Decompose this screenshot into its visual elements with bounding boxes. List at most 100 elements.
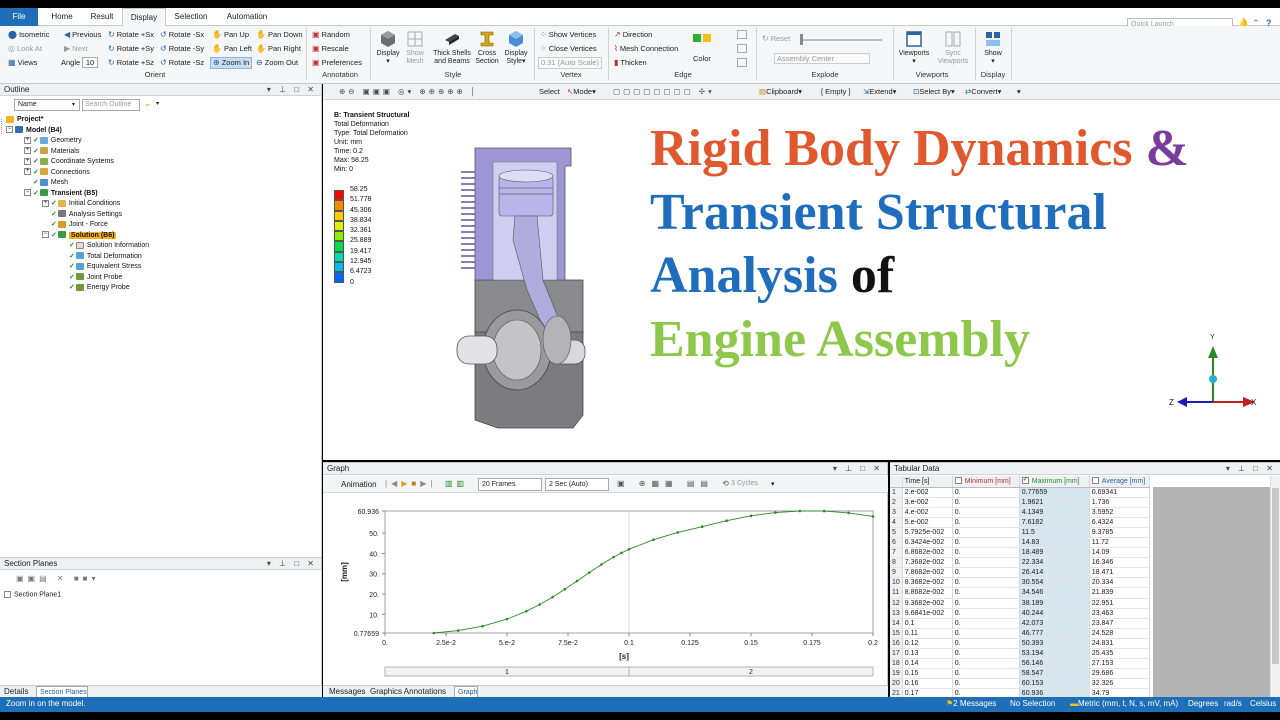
viewports-button[interactable]: Viewports ▾: [896, 30, 932, 66]
section-plane-item[interactable]: Section Plane1: [4, 591, 61, 598]
tab-display[interactable]: Display: [122, 8, 166, 27]
tree-item-energy-probe[interactable]: ✓ Energy Probe: [69, 283, 130, 294]
maximum-header[interactable]: ✓ Maximum [mm]: [1019, 476, 1090, 488]
step-forward-icon[interactable]: ▶|: [420, 479, 436, 488]
rotate-px-button[interactable]: ↻ Rotate +Sx: [108, 30, 154, 40]
assembly-center-select[interactable]: Assembly Center: [774, 53, 870, 64]
frames-select[interactable]: 20 Frames: [478, 478, 542, 491]
rotate-nx-button[interactable]: ↺ Rotate -Sx: [160, 30, 204, 40]
expand-icon[interactable]: +: [24, 157, 31, 165]
tab-automation[interactable]: Automation: [218, 8, 276, 26]
maximum-checkbox[interactable]: ✓: [1021, 477, 1029, 485]
time-header[interactable]: Time [s]: [902, 476, 953, 488]
collapse-icon[interactable]: −: [6, 126, 13, 134]
mode-button[interactable]: ↖Mode▾: [567, 87, 596, 96]
rotate-pz-button[interactable]: ↻ Rotate +Sz: [108, 58, 154, 68]
tree-item-solution-information[interactable]: ✓ Solution Information: [69, 241, 149, 252]
play-icon[interactable]: ▶: [401, 479, 411, 488]
minimum-header[interactable]: Minimum [mm]: [952, 476, 1020, 488]
tree-item-project[interactable]: Project*: [6, 115, 43, 126]
edge-color-button[interactable]: Color: [693, 54, 711, 64]
messages-indicator[interactable]: ⚑2 Messages: [946, 699, 996, 708]
clipboard-button[interactable]: ▤Clipboard▾: [759, 87, 802, 96]
edge-option-icon[interactable]: [737, 58, 747, 67]
mesh-connection-button[interactable]: ⌇ Mesh Connection: [614, 44, 678, 54]
table-scrollbar-thumb[interactable]: [1272, 488, 1279, 664]
selection-indicator[interactable]: No Selection: [1010, 699, 1055, 708]
table-scrollbar[interactable]: [1270, 476, 1280, 698]
preferences-button[interactable]: ▣ Preferences: [312, 58, 362, 68]
extend-button[interactable]: ⇲Extend▾: [863, 87, 896, 96]
table-row[interactable]: 9 7.8682e-002 0. 26.414 18.471: [890, 567, 1150, 579]
rescale-button[interactable]: ▣ Rescale: [312, 44, 349, 54]
tree-item-connections[interactable]: + ✓ Connections: [24, 168, 90, 179]
rate-unit-indicator[interactable]: rad/s: [1224, 699, 1242, 708]
explode-slider-thumb[interactable]: [800, 34, 803, 45]
pan-left-button[interactable]: ✋ Pan Left: [212, 44, 252, 54]
sync-viewports-button[interactable]: Sync Viewports: [934, 30, 972, 66]
section-plane-toolbar[interactable]: ▣▣▤ ✕ ■■▾: [16, 574, 100, 583]
tree-item-coordinate-systems[interactable]: + ✓ Coordinate Systems: [24, 157, 114, 168]
tree-item-model[interactable]: − Model (B4): [6, 126, 62, 137]
table-row[interactable]: 4 5.e-002 0. 7.6182 6.4324: [890, 517, 1150, 528]
table-row[interactable]: 15 0.11 0. 46.777 24.528: [890, 628, 1150, 639]
zoom-in-button[interactable]: ⊕ Zoom In: [210, 57, 253, 69]
tab-selection[interactable]: Selection: [168, 8, 214, 26]
panel-controls[interactable]: ▾ ⊥ □ ✕: [267, 558, 317, 570]
temperature-unit-indicator[interactable]: Celsius: [1250, 699, 1276, 708]
table-row[interactable]: 5 5.7925e-002 0. 11.5 9.3785: [890, 527, 1150, 538]
table-row[interactable]: 11 8.8682e-002 0. 34.546 21.839: [890, 587, 1150, 599]
panel-controls[interactable]: ▾ ⊥ □ ✕: [1226, 463, 1276, 475]
table-row[interactable]: 14 0.1 0. 42.073 23.847: [890, 618, 1150, 629]
thick-shells-button[interactable]: Thick Shells and Beams: [430, 30, 474, 66]
display-style-button[interactable]: Display Style▾: [502, 30, 530, 66]
table-row[interactable]: 10 8.3682e-002 0. 30.554 20.334: [890, 577, 1150, 589]
tree-item-solution[interactable]: − ✓ Solution (B6): [42, 231, 117, 242]
section-plane-checkbox[interactable]: [4, 591, 11, 598]
cycles-select[interactable]: 3 Cycles: [731, 480, 758, 487]
pan-up-button[interactable]: ✋ Pan Up: [212, 30, 249, 40]
explode-slider-track[interactable]: [800, 39, 882, 41]
reset-button[interactable]: ↻ Reset: [762, 34, 790, 44]
direction-button[interactable]: ↗ Direction: [614, 30, 652, 40]
table-row[interactable]: 7 6.8682e-002 0. 18.489 14.09: [890, 547, 1150, 559]
table-row[interactable]: 6 6.3424e-002 0. 14.83 11.72: [890, 537, 1150, 549]
show-button[interactable]: Show ▾: [978, 30, 1008, 66]
angle-input[interactable]: 10: [82, 57, 98, 68]
table-row[interactable]: 8 7.3682e-002 0. 22.334 16.346: [890, 557, 1150, 569]
tree-item-transient[interactable]: − ✓ Transient (B5): [24, 189, 98, 200]
chevron-down-icon[interactable]: ▾: [1017, 87, 1021, 96]
chevron-down-icon[interactable]: ▾: [771, 480, 775, 488]
rotate-nz-button[interactable]: ↺ Rotate -Sz: [160, 58, 204, 68]
distributed-icons[interactable]: ▥▥: [445, 479, 468, 488]
minimum-checkbox[interactable]: [954, 477, 962, 485]
name-filter-select[interactable]: Name: [14, 99, 80, 111]
next-button[interactable]: ▶ Next: [64, 44, 88, 54]
table-row[interactable]: 1 2.e-002 0. 0.77659 0.69341: [890, 487, 1150, 498]
table-row[interactable]: 16 0.12 0. 50.393 24.831: [890, 638, 1150, 650]
stop-icon[interactable]: ■: [411, 479, 420, 488]
expand-icon[interactable]: +: [24, 147, 31, 155]
duration-select[interactable]: 2 Sec (Auto): [545, 478, 609, 491]
tree-item-joint-probe[interactable]: ✓ Joint Probe: [69, 273, 122, 284]
table-row[interactable]: 2 3.e-002 0. 1.9621 1.736: [890, 497, 1150, 508]
tree-item-mesh[interactable]: ✓ Mesh: [33, 178, 68, 189]
engine-assembly-model[interactable]: [453, 140, 603, 432]
expand-icon[interactable]: +: [24, 136, 31, 144]
tab-file[interactable]: File: [0, 8, 38, 26]
close-vertices-button[interactable]: ⁘ Close Vertices: [540, 44, 597, 54]
play-controls[interactable]: |◀▶■▶|: [385, 479, 436, 488]
table-row[interactable]: 18 0.14 0. 56.146 27.153: [890, 658, 1150, 670]
average-header[interactable]: Average [mm]: [1089, 476, 1150, 488]
table-row[interactable]: 17 0.13 0. 53.194 25.435: [890, 648, 1150, 660]
table-row[interactable]: 12 9.3682e-002 0. 38.189 22.951: [890, 598, 1150, 609]
thicken-button[interactable]: ▮ Thicken: [614, 58, 647, 68]
vertex-scale-select[interactable]: 0.31 (Auto Scale): [538, 57, 602, 69]
search-outline-input[interactable]: Search Outline: [82, 99, 140, 111]
selection-filter-icons[interactable]: ▢▢▢▢▢▢▢▢ ✣▾: [613, 87, 715, 96]
view-tool-icons[interactable]: ⊕⊖ ▣▣▣ ◎▾ ⊕⊕⊕⊕⊕ │: [339, 87, 479, 96]
display-style-dropdown[interactable]: Display ▾: [374, 30, 402, 66]
table-row[interactable]: 3 4.e-002 0. 4.1349 3.5952: [890, 507, 1150, 518]
rotate-ny-button[interactable]: ↺ Rotate -Sy: [160, 44, 204, 54]
views-button[interactable]: ▦ Views: [8, 58, 37, 68]
